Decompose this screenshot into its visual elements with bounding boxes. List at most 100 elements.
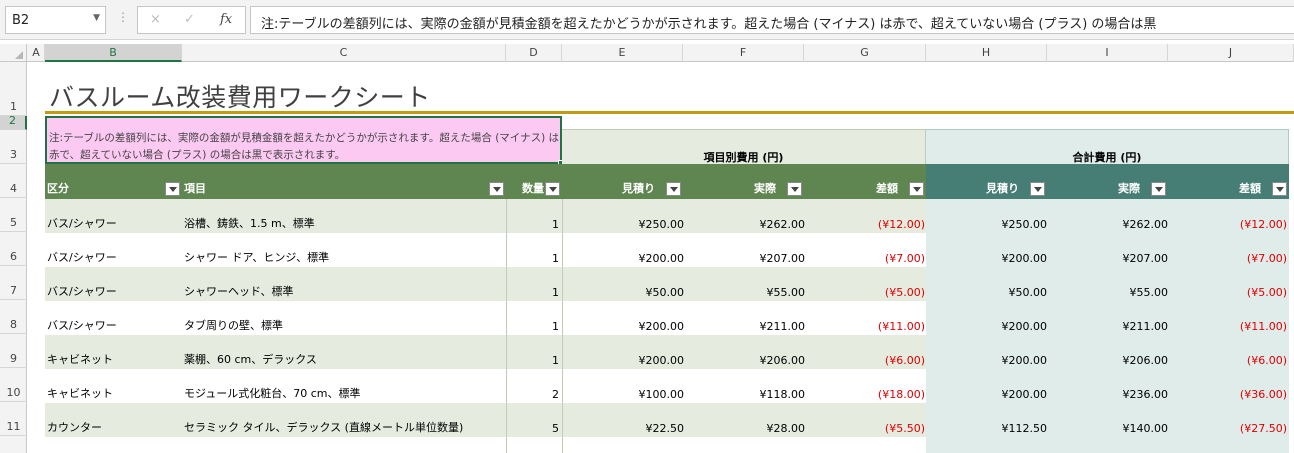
cell-total-actual[interactable]: ¥55.00 xyxy=(1130,286,1169,299)
more-options-icon[interactable]: ⋮ xyxy=(117,10,129,24)
cell-actual[interactable]: ¥211.00 xyxy=(760,320,806,333)
column-header-a[interactable]: A xyxy=(28,44,45,62)
cell-item[interactable]: 浴槽、鋳鉄、1.5 m、標準 xyxy=(184,215,315,231)
filter-dropdown-icon[interactable] xyxy=(787,182,802,196)
table-row[interactable] xyxy=(45,437,1289,453)
cell-actual[interactable]: ¥55.00 xyxy=(767,286,806,299)
cell-item[interactable]: セラミック タイル、デラックス (直線メートル単位数量) xyxy=(184,419,463,435)
row-header-1[interactable]: 1 xyxy=(0,62,27,116)
table-row[interactable]: バス/シャワー 浴槽、鋳鉄、1.5 m、標準 1 ¥250.00 ¥262.00… xyxy=(45,199,1289,233)
table-row[interactable]: バス/シャワー シャワー ドア、ヒンジ、標準 1 ¥200.00 ¥207.00… xyxy=(45,233,1289,267)
header-total-estimate[interactable]: 見積り xyxy=(926,164,1047,199)
cell-qty[interactable]: 1 xyxy=(552,218,559,231)
cell-total-difference[interactable]: (¥5.00) xyxy=(1247,286,1287,299)
cell-category[interactable]: カウンター xyxy=(47,419,102,435)
cell-estimate[interactable]: ¥200.00 xyxy=(639,252,685,265)
cell-item[interactable]: タブ周りの壁、標準 xyxy=(184,317,283,333)
cell-actual[interactable]: ¥262.00 xyxy=(760,218,806,231)
cell-item[interactable]: シャワー ドア、ヒンジ、標準 xyxy=(184,249,329,265)
row-header-5[interactable]: 5 xyxy=(0,198,27,232)
cell-item[interactable]: シャワーヘッド、標準 xyxy=(184,283,294,299)
row-header-6[interactable]: 6 xyxy=(0,232,27,266)
cell-estimate[interactable]: ¥100.00 xyxy=(639,388,685,401)
sheet-title[interactable]: バスルーム改装費用ワークシート xyxy=(49,78,431,114)
table-row[interactable]: キャビネット 薬棚、60 cm、デラックス 1 ¥200.00 ¥206.00 … xyxy=(45,335,1289,369)
chevron-down-icon[interactable]: ▼ xyxy=(93,13,100,23)
cell-difference[interactable]: (¥12.00) xyxy=(878,218,925,231)
cell-total-actual[interactable]: ¥207.00 xyxy=(1123,252,1169,265)
column-header-e[interactable]: E xyxy=(562,44,683,62)
cancel-icon[interactable]: × xyxy=(150,12,161,27)
column-header-c[interactable]: C xyxy=(182,44,506,62)
enter-icon[interactable]: ✓ xyxy=(184,12,195,27)
filter-dropdown-icon[interactable] xyxy=(666,182,681,196)
cell-qty[interactable]: 1 xyxy=(552,320,559,333)
cell-item[interactable]: モジュール式化粧台、70 cm、標準 xyxy=(184,385,361,401)
column-header-b[interactable]: B xyxy=(45,44,182,62)
cell-estimate[interactable]: ¥200.00 xyxy=(639,320,685,333)
row-header-11[interactable]: 11 xyxy=(0,402,27,436)
cell-total-actual[interactable]: ¥206.00 xyxy=(1123,354,1169,367)
cell-category[interactable]: キャビネット xyxy=(47,351,113,367)
cell-total-difference[interactable]: (¥27.50) xyxy=(1240,422,1287,435)
cell-difference[interactable]: (¥5.50) xyxy=(885,422,925,435)
cell-estimate[interactable]: ¥50.00 xyxy=(646,286,685,299)
table-row[interactable]: バス/シャワー タブ周りの壁、標準 1 ¥200.00 ¥211.00 (¥11… xyxy=(45,301,1289,335)
header-item[interactable]: 項目 xyxy=(182,164,506,199)
cell-total-difference[interactable]: (¥6.00) xyxy=(1247,354,1287,367)
cell-difference[interactable]: (¥7.00) xyxy=(885,252,925,265)
cell-total-difference[interactable]: (¥11.00) xyxy=(1240,320,1287,333)
header-estimate[interactable]: 見積り xyxy=(562,164,683,199)
cell-category[interactable]: バス/シャワー xyxy=(47,317,117,333)
cell-total-estimate[interactable]: ¥250.00 xyxy=(1002,218,1048,231)
cell-difference[interactable]: (¥11.00) xyxy=(878,320,925,333)
row-header-10[interactable]: 10 xyxy=(0,368,27,402)
table-row[interactable]: カウンター セラミック タイル、デラックス (直線メートル単位数量) 5 ¥22… xyxy=(45,403,1289,437)
column-header-f[interactable]: F xyxy=(683,44,804,62)
column-header-d[interactable]: D xyxy=(506,44,562,62)
cell-category[interactable]: バス/シャワー xyxy=(47,215,117,231)
cell-total-actual[interactable]: ¥211.00 xyxy=(1123,320,1169,333)
header-actual[interactable]: 実際 xyxy=(683,164,804,199)
header-category[interactable]: 区分 xyxy=(45,164,182,199)
group-header-item-costs[interactable]: 項目別費用 (円) xyxy=(562,129,926,164)
filter-dropdown-icon[interactable] xyxy=(909,182,924,196)
cell-total-estimate[interactable]: ¥200.00 xyxy=(1002,388,1048,401)
cell-total-actual[interactable]: ¥140.00 xyxy=(1123,422,1169,435)
cell-total-difference[interactable]: (¥36.00) xyxy=(1240,388,1287,401)
cell-estimate[interactable]: ¥250.00 xyxy=(639,218,685,231)
select-all-button[interactable] xyxy=(0,44,27,62)
cell-category[interactable]: キャビネット xyxy=(47,385,113,401)
cell-item[interactable]: 薬棚、60 cm、デラックス xyxy=(184,351,317,367)
filter-dropdown-icon[interactable] xyxy=(165,182,180,196)
cell-estimate[interactable]: ¥200.00 xyxy=(639,354,685,367)
header-qty[interactable]: 数量 xyxy=(506,164,562,199)
cell-actual[interactable]: ¥118.00 xyxy=(760,388,806,401)
table-row[interactable]: バス/シャワー シャワーヘッド、標準 1 ¥50.00 ¥55.00 (¥5.0… xyxy=(45,267,1289,301)
cell-difference[interactable]: (¥18.00) xyxy=(878,388,925,401)
filter-dropdown-icon[interactable] xyxy=(1272,182,1287,196)
row-header-7[interactable]: 7 xyxy=(0,266,27,300)
name-box[interactable]: B2 ▼ xyxy=(5,6,106,34)
cell-category[interactable]: バス/シャワー xyxy=(47,283,117,299)
column-header-h[interactable]: H xyxy=(926,44,1047,62)
filter-dropdown-icon[interactable] xyxy=(1151,182,1166,196)
insert-function-icon[interactable]: fx xyxy=(220,12,232,27)
cell-estimate[interactable]: ¥22.50 xyxy=(646,422,685,435)
column-header-g[interactable]: G xyxy=(804,44,926,62)
cell-total-actual[interactable]: ¥262.00 xyxy=(1123,218,1169,231)
cell-total-difference[interactable]: (¥7.00) xyxy=(1247,252,1287,265)
cell-actual[interactable]: ¥207.00 xyxy=(760,252,806,265)
cell-qty[interactable]: 1 xyxy=(552,252,559,265)
table-row[interactable]: キャビネット モジュール式化粧台、70 cm、標準 2 ¥100.00 ¥118… xyxy=(45,369,1289,403)
filter-dropdown-icon[interactable] xyxy=(489,182,504,196)
cell-difference[interactable]: (¥6.00) xyxy=(885,354,925,367)
cell-total-estimate[interactable]: ¥112.50 xyxy=(1002,422,1048,435)
filter-dropdown-icon[interactable] xyxy=(1030,182,1045,196)
cell-qty[interactable]: 1 xyxy=(552,354,559,367)
row-header-4[interactable]: 4 xyxy=(0,164,27,198)
cell-actual[interactable]: ¥206.00 xyxy=(760,354,806,367)
formula-input[interactable]: 注:テーブルの差額列には、実際の金額が見積金額を超えたかどうかが示されます。超え… xyxy=(250,6,1294,34)
worksheet-grid[interactable]: バスルーム改装費用ワークシート 注:テーブルの差額列には、実際の金額が見積金額を… xyxy=(28,62,1294,453)
cell-total-estimate[interactable]: ¥200.00 xyxy=(1002,354,1048,367)
